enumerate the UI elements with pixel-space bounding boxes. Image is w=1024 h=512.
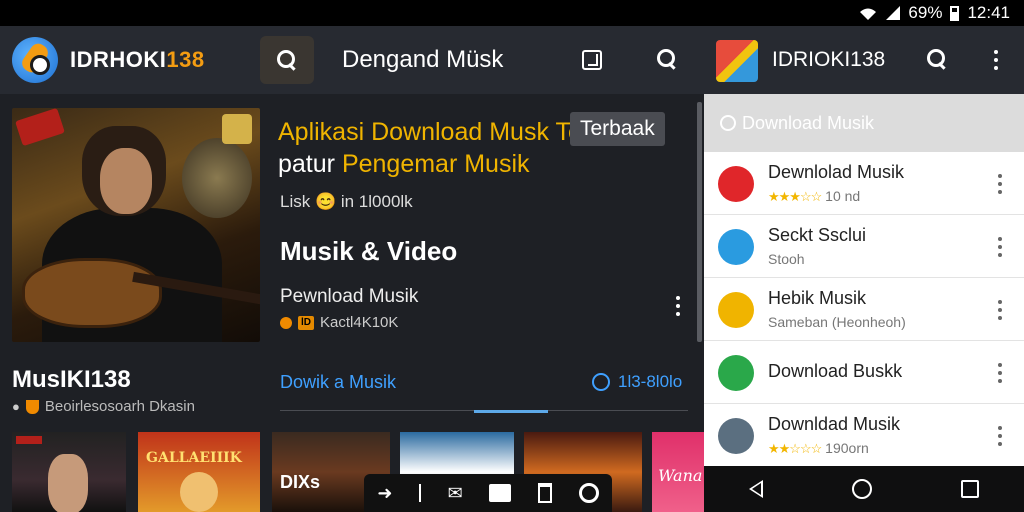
list-item[interactable]: Downldad Musik ★★☆☆☆ 190orn bbox=[704, 404, 1024, 467]
album-cover[interactable] bbox=[12, 108, 260, 342]
signal-icon bbox=[886, 6, 901, 20]
list-item-subtitle: Stooh bbox=[768, 251, 805, 267]
delete-icon[interactable] bbox=[538, 483, 552, 503]
thumbnail[interactable] bbox=[12, 432, 126, 512]
list-item-title: Dewnlolad Musik bbox=[768, 162, 905, 182]
item-menu-icon[interactable] bbox=[676, 296, 680, 316]
book-icon[interactable] bbox=[489, 484, 512, 502]
mini-badge: lD bbox=[298, 315, 314, 330]
search-icon[interactable] bbox=[656, 48, 678, 70]
side-panel: Download Musik Dewnlolad Musik ★★★☆☆ 10 n… bbox=[704, 94, 1024, 467]
nav-bar bbox=[704, 466, 1024, 512]
list-item-title: Seckt Ssclui bbox=[768, 225, 867, 245]
download-link[interactable]: Dowik a Musik bbox=[280, 372, 396, 393]
item-menu-icon[interactable] bbox=[998, 300, 1002, 320]
headline-line-2b: Pengemar Musik bbox=[341, 150, 530, 178]
search-icon bbox=[276, 49, 298, 71]
list-item-subtitle: ★★☆☆☆ 190orn bbox=[768, 440, 869, 457]
home-icon[interactable] bbox=[851, 479, 872, 499]
info-icon: ● bbox=[12, 399, 20, 414]
app-subtitle: ● Beoirlesosoarh Dkasin bbox=[12, 398, 195, 415]
thumbnail-label: DIXs bbox=[280, 472, 321, 492]
section-title: Musik & Video bbox=[280, 236, 458, 266]
item-subtitle-text: Kactl4K10K bbox=[320, 314, 399, 331]
bottom-toolbar: ➜ ✉ bbox=[364, 474, 612, 512]
refresh-icon bbox=[592, 373, 610, 391]
thumbnail[interactable]: GALLAEIIIK bbox=[138, 432, 260, 512]
right-link-text: 1l3-8l0lo bbox=[618, 372, 683, 391]
panel-header-text: Download Musik bbox=[742, 112, 875, 133]
search-icon[interactable] bbox=[926, 48, 948, 70]
edit-icon[interactable] bbox=[582, 50, 602, 70]
item-menu-icon[interactable] bbox=[998, 237, 1002, 257]
recents-icon[interactable] bbox=[961, 480, 980, 498]
top-pill[interactable]: Terbaak bbox=[570, 112, 665, 146]
rating-stars: ★★☆☆☆ bbox=[768, 441, 822, 456]
app-avatar bbox=[718, 292, 754, 328]
battery-percent: 69% bbox=[908, 3, 943, 22]
headline-line-2a: patur bbox=[278, 150, 342, 178]
scrollbar[interactable] bbox=[697, 102, 702, 342]
list-item[interactable]: Seckt Ssclui Stooh bbox=[704, 215, 1024, 278]
list-item-subtitle-text: Stooh bbox=[768, 251, 805, 267]
thumbnail-label: GALLAEIIIK bbox=[146, 450, 242, 466]
panel-header: Download Musik bbox=[704, 94, 1024, 152]
list-item[interactable]: Dewnlolad Musik ★★★☆☆ 10 nd bbox=[704, 152, 1024, 215]
app-logo bbox=[12, 37, 58, 83]
app-bar: IDRHOKI138 Dengand Müsk IDRIOKI138 bbox=[0, 26, 1024, 94]
corner-badge bbox=[222, 114, 252, 144]
shield-icon bbox=[25, 399, 39, 414]
thumbnail[interactable]: Wana bbox=[652, 432, 704, 512]
meta-text: Lisk 😊 in 1l000lk bbox=[280, 192, 413, 211]
main-content: Aplikasi Download Musk Ter patur Pengema… bbox=[0, 94, 704, 512]
page-title: Dengand Müsk bbox=[342, 46, 504, 73]
list-item[interactable]: Download Buskk bbox=[704, 341, 1024, 404]
app-avatar bbox=[718, 229, 754, 265]
label-badge bbox=[15, 108, 65, 147]
headline-line-1: Aplikasi Download Musk Ter bbox=[278, 118, 591, 146]
music-icon bbox=[720, 115, 736, 131]
list-item-subtitle-text: Sameban (Heonheoh) bbox=[768, 314, 906, 330]
wifi-icon bbox=[858, 6, 878, 20]
secondary-brand: IDRIOKI138 bbox=[772, 48, 886, 71]
share-icon[interactable]: ➜ bbox=[377, 483, 392, 504]
refresh-icon[interactable] bbox=[578, 483, 599, 503]
list-item-title: Downldad Musik bbox=[768, 414, 901, 434]
right-link[interactable]: 1l3-8l0lo bbox=[592, 372, 682, 392]
secondary-app-logo bbox=[716, 40, 758, 82]
battery-icon bbox=[950, 5, 960, 21]
app-avatar bbox=[718, 355, 754, 391]
toolbar-divider bbox=[419, 484, 422, 502]
item-menu-icon[interactable] bbox=[998, 426, 1002, 446]
list-item-title: Download Buskk bbox=[768, 361, 903, 381]
item-menu-icon[interactable] bbox=[998, 174, 1002, 194]
list-item[interactable]: Hebik Musik Sameban (Heonheoh) bbox=[704, 278, 1024, 341]
app-name: MusIKI138 bbox=[12, 366, 131, 393]
app-brand: IDRHOKI138 bbox=[70, 47, 205, 73]
list-item-subtitle: Sameban (Heonheoh) bbox=[768, 314, 906, 330]
app-avatar bbox=[718, 166, 754, 202]
list-item-subtitle: ★★★☆☆ 10 nd bbox=[768, 188, 860, 205]
item-menu-icon[interactable] bbox=[998, 363, 1002, 383]
headline: Aplikasi Download Musk Ter patur Pengema… bbox=[278, 116, 608, 180]
app-avatar bbox=[718, 418, 754, 454]
list-item-subtitle-text: 10 nd bbox=[825, 188, 861, 204]
mail-icon[interactable]: ✉ bbox=[448, 483, 463, 504]
app-subtitle-text: Beoirlesosoarh Dkasin bbox=[44, 398, 195, 415]
thumbnail-label: Wana bbox=[658, 466, 703, 485]
clock: 12:41 bbox=[967, 3, 1010, 22]
item-title[interactable]: Pewnload Musik bbox=[280, 286, 418, 308]
status-bar: 69% 12:41 bbox=[0, 0, 1024, 26]
brand-main: IDRHOKI bbox=[70, 47, 167, 72]
list-item-subtitle-text: 190orn bbox=[825, 440, 869, 456]
overflow-menu-icon[interactable] bbox=[994, 50, 998, 70]
search-button[interactable] bbox=[260, 36, 314, 84]
rating-stars: ★★★☆☆ bbox=[768, 189, 822, 204]
list-item-title: Hebik Musik bbox=[768, 288, 867, 308]
brand-accent: 138 bbox=[166, 47, 205, 72]
scroll-indicator bbox=[474, 410, 548, 413]
status-dot-icon bbox=[280, 316, 292, 329]
item-subtitle: lD Kactl4K10K bbox=[280, 314, 398, 331]
back-icon[interactable] bbox=[748, 480, 763, 498]
